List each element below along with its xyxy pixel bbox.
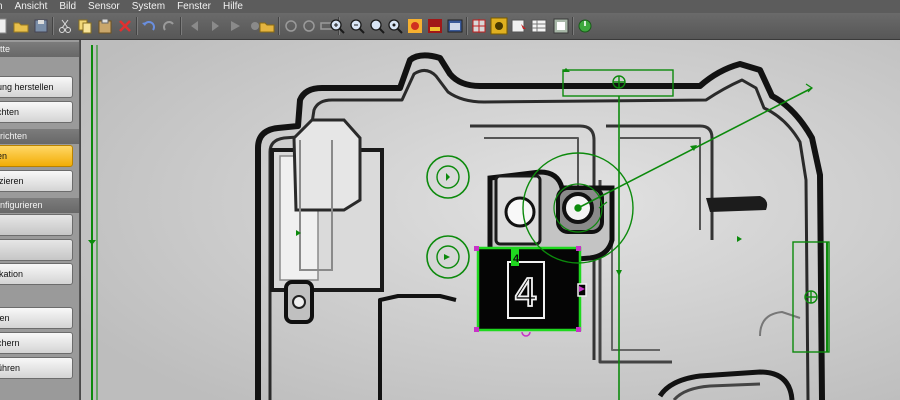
crosshair-icon[interactable] — [470, 17, 488, 35]
sidebar-button-10[interactable]: ühren — [0, 357, 73, 379]
paste-icon[interactable] — [96, 17, 114, 35]
toolbar — [0, 13, 900, 40]
menu-item-hilfe[interactable]: Hilfe — [217, 0, 249, 13]
image-color-icon[interactable] — [426, 17, 444, 35]
menu-item-system[interactable]: System — [126, 0, 171, 13]
digit-label: 4 — [513, 253, 520, 265]
table-icon[interactable] — [530, 17, 548, 35]
sidebar-button-connect[interactable]: ung herstellen — [0, 76, 73, 98]
copy-icon[interactable] — [76, 17, 94, 35]
sidebar-button-4[interactable]: izieren — [0, 170, 73, 192]
menu-item-file[interactable]: n — [0, 0, 9, 13]
new-doc-icon[interactable] — [0, 17, 10, 35]
delete-icon[interactable] — [116, 17, 134, 35]
zoom-out-icon[interactable] — [348, 17, 366, 35]
sidebar-header-configure: onfigurieren — [0, 198, 79, 213]
zoom-in-icon[interactable] — [328, 17, 346, 35]
ocr-digit-field: 4 4 — [476, 246, 587, 332]
menu-item-fenster[interactable]: Fenster — [171, 0, 217, 13]
menu-bar: n Ansicht Bild Sensor System Fenster Hil… — [0, 0, 900, 13]
binary-icon[interactable] — [510, 17, 528, 35]
sidebar-header-steps: ritte — [0, 42, 79, 57]
zoom-fit-icon[interactable] — [368, 17, 386, 35]
sidebar: ritte ung herstellen chten nrichten en i… — [0, 40, 80, 400]
sidebar-button-9[interactable]: chern — [0, 332, 73, 354]
menu-item-bild[interactable]: Bild — [53, 0, 82, 13]
folder-image-icon[interactable] — [258, 17, 276, 35]
camera-image[interactable]: 4 4 — [81, 40, 900, 400]
step-back-icon[interactable] — [186, 17, 204, 35]
sun-icon[interactable] — [490, 17, 508, 35]
window-icon[interactable] — [446, 17, 464, 35]
open-folder-icon[interactable] — [12, 17, 30, 35]
menu-item-sensor[interactable]: Sensor — [82, 0, 126, 13]
undo-icon[interactable] — [140, 17, 158, 35]
image-viewer[interactable]: 4 4 — [81, 40, 900, 400]
circle-tool-icon[interactable] — [282, 17, 300, 35]
sidebar-button-8[interactable]: fen — [0, 307, 73, 329]
sidebar-header-setup: nrichten — [0, 129, 79, 144]
zoom-100-icon[interactable] — [386, 17, 404, 35]
save-icon[interactable] — [32, 17, 50, 35]
settings-icon[interactable] — [552, 17, 570, 35]
sidebar-button-7[interactable]: ikation — [0, 263, 73, 285]
circle-tool-2-icon[interactable] — [300, 17, 318, 35]
menu-item-ansicht[interactable]: Ansicht — [9, 0, 54, 13]
play-icon[interactable] — [226, 17, 244, 35]
power-icon[interactable] — [576, 17, 594, 35]
sidebar-button-disabled-2[interactable] — [0, 239, 73, 261]
color-palette-icon[interactable] — [406, 17, 424, 35]
cut-icon[interactable] — [56, 17, 74, 35]
sidebar-button-2[interactable]: chten — [0, 101, 73, 123]
sidebar-button-active[interactable]: en — [0, 145, 73, 167]
digit-readout: 4 — [514, 271, 538, 315]
redo-icon[interactable] — [160, 17, 178, 35]
sidebar-button-disabled-1[interactable] — [0, 214, 73, 236]
step-forward-icon[interactable] — [206, 17, 224, 35]
clip-feature — [270, 118, 384, 324]
